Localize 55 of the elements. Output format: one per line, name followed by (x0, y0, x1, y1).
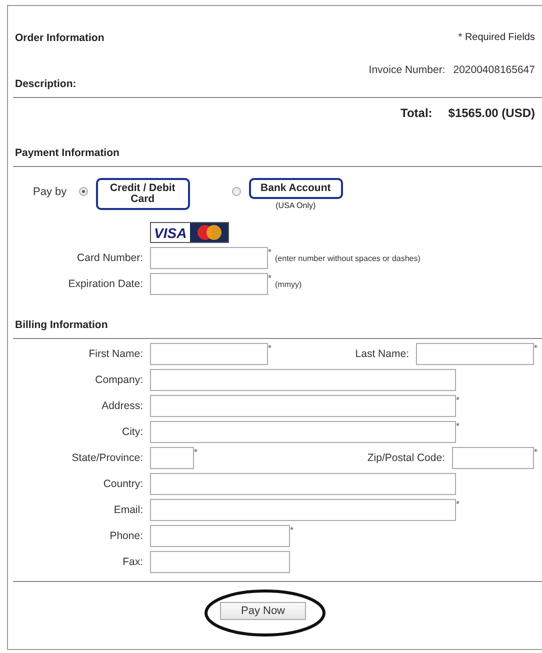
input-field[interactable] (150, 369, 456, 391)
input-field[interactable] (452, 447, 534, 469)
required-note: * Required Fields (458, 32, 535, 44)
input-field[interactable] (150, 551, 290, 573)
card-logos-drawing: VISA (150, 222, 229, 243)
input-field[interactable] (150, 247, 268, 269)
input-field[interactable] (150, 473, 456, 495)
invoice-label: Invoice Number: (368, 64, 446, 76)
required-mark: * (456, 421, 461, 431)
pay-now-button[interactable]: Pay Now (220, 602, 306, 620)
payment-method-button[interactable]: Credit / Debit Card (96, 178, 190, 210)
required-mark: * (456, 499, 461, 509)
field-label: Country: (102, 478, 143, 490)
radio-button[interactable] (78, 187, 88, 196)
field-label: Address: (100, 400, 143, 412)
required-mark: * (268, 343, 273, 353)
input-field[interactable] (150, 447, 194, 469)
field-label: City: (121, 426, 143, 438)
section-title: Order Information (15, 32, 104, 44)
field-label: State/Province: (70, 452, 143, 464)
field-label: Zip/Postal Code: (366, 452, 445, 464)
field-hint: (enter number without spaces or dashes) (275, 254, 420, 262)
input-field[interactable] (150, 343, 268, 365)
required-mark: * (534, 447, 539, 457)
required-mark: * (290, 525, 295, 535)
field-hint: (mmyy) (275, 280, 302, 288)
field-label: Expiration Date: (67, 278, 143, 290)
field-label: Card Number: (76, 252, 143, 264)
required-mark: * (268, 273, 273, 283)
field-label: Email: (112, 504, 143, 516)
total-amount: $1565.00 (USD) (448, 106, 535, 120)
total-label: Total: (400, 106, 432, 120)
description-label: Description: (15, 78, 76, 90)
field-label: First Name: (88, 348, 143, 360)
payment-method-button[interactable]: Bank Account (248, 178, 343, 199)
field-label: Company: (94, 374, 143, 386)
method-note: (USA Only) (276, 201, 316, 210)
required-mark: * (194, 447, 199, 457)
required-mark: * (268, 247, 273, 257)
section-title: Billing Information (15, 319, 108, 331)
invoice-number: 20200408165647 (453, 64, 535, 76)
radio-button[interactable] (232, 187, 241, 196)
section-title: Payment Information (15, 147, 120, 159)
input-field[interactable] (150, 273, 268, 295)
field-label: Last Name: (354, 348, 409, 360)
input-field[interactable] (150, 395, 456, 417)
input-field[interactable] (150, 421, 456, 443)
input-field[interactable] (150, 525, 290, 547)
pay-by-label: Pay by (33, 186, 67, 198)
required-mark: * (456, 395, 461, 405)
input-field[interactable] (416, 343, 534, 365)
field-label: Phone: (108, 530, 143, 542)
required-mark: * (534, 343, 539, 353)
field-label: Fax: (122, 556, 143, 568)
input-field[interactable] (150, 499, 456, 521)
